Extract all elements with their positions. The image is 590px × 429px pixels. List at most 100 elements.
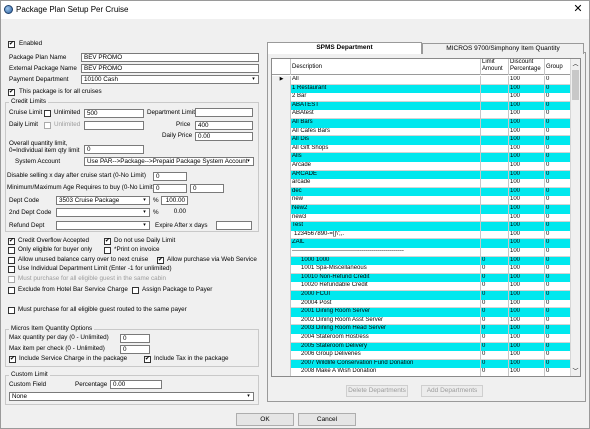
cell-limit-amount[interactable] (480, 162, 508, 171)
table-row[interactable]: arcade 100 0 (272, 179, 572, 188)
table-row[interactable]: dec 100 0 (272, 187, 572, 197)
max-item-check-field[interactable]: 0 (120, 345, 150, 354)
cell-group[interactable]: 0 (544, 153, 572, 162)
table-row[interactable]: 1001 Spa-Miscellaneous 0 100 0 (272, 265, 572, 274)
row-selector[interactable] (272, 222, 290, 231)
cell-description[interactable]: new3 (290, 213, 480, 223)
cell-description[interactable]: ABATEST (290, 101, 480, 111)
table-row[interactable]: 2002 Dining Room Asst Server 0 100 0 (272, 316, 572, 326)
cell-description[interactable]: 1 Restaurant (290, 84, 480, 94)
cell-description[interactable]: 2008 Make A Wish Donation (290, 368, 480, 376)
individual-dept-checkbox[interactable] (8, 266, 15, 273)
cell-discount-percentage[interactable]: 100 (508, 110, 544, 119)
overall-qty-field[interactable]: 0 (84, 145, 144, 154)
cell-limit-amount[interactable] (480, 222, 508, 231)
include-tax-checkbox[interactable]: ✔ (144, 356, 151, 363)
price-field[interactable]: 400 (195, 121, 253, 130)
row-selector[interactable] (272, 127, 290, 137)
row-selector[interactable] (272, 273, 290, 283)
add-departments-button[interactable]: Add Departments (421, 385, 483, 397)
table-row[interactable]: 2006 Group Deliveries 0 100 0 (272, 351, 572, 360)
cell-limit-amount[interactable] (480, 239, 508, 248)
cell-description[interactable]: 10020 Refundable Credit (290, 282, 480, 291)
header-discount-percentage[interactable]: Discount Percentage (508, 59, 544, 75)
cell-limit-amount[interactable]: 0 (480, 325, 508, 334)
cell-description[interactable]: 2006 Group Deliveries (290, 351, 480, 360)
cell-description[interactable]: 2002 Dining Room Asst Server (290, 316, 480, 326)
cell-discount-percentage[interactable]: 100 (508, 342, 544, 352)
row-selector[interactable] (272, 351, 290, 360)
cell-discount-percentage[interactable]: 100 (508, 334, 544, 343)
cell-group[interactable]: 0 (544, 84, 572, 94)
cell-limit-amount[interactable]: 0 (480, 351, 508, 360)
cell-limit-amount[interactable] (480, 187, 508, 197)
cell-group[interactable]: 0 (544, 316, 572, 326)
cell-group[interactable]: 0 (544, 265, 572, 274)
cell-description[interactable]: 2004 Stateroom Host/ess (290, 334, 480, 343)
credit-overflow-checkbox[interactable]: ✔ (8, 238, 15, 245)
cell-discount-percentage[interactable]: 100 (508, 196, 544, 205)
cell-group[interactable]: 0 (544, 119, 572, 128)
table-row[interactable]: All Bars 100 0 (272, 119, 572, 128)
daily-unlimited-checkbox[interactable] (44, 122, 51, 129)
cruise-unlimited-checkbox[interactable] (44, 110, 51, 117)
cell-group[interactable]: 0 (544, 76, 572, 85)
cell-discount-percentage[interactable]: 100 (508, 187, 544, 197)
cell-limit-amount[interactable]: 0 (480, 291, 508, 300)
table-row[interactable]: ABAtest 100 0 (272, 110, 572, 119)
cell-limit-amount[interactable] (480, 170, 508, 180)
cell-discount-percentage[interactable]: 100 (508, 119, 544, 128)
row-selector[interactable] (272, 334, 290, 343)
cell-group[interactable]: 0 (544, 205, 572, 214)
cell-description[interactable]: ZAlL (290, 239, 480, 248)
row-selector[interactable] (272, 299, 290, 309)
cell-description[interactable]: `1234567890-=[]\';,. (290, 230, 480, 240)
system-account-select[interactable]: Use PAR-->Package-->Prepaid Package Syst… (84, 157, 254, 166)
cell-group[interactable]: 0 (544, 222, 572, 231)
cell-discount-percentage[interactable]: 100 (508, 153, 544, 162)
cell-group[interactable]: 0 (544, 342, 572, 352)
table-row[interactable]: 20004 Post 0 100 0 (272, 299, 572, 309)
cell-description[interactable]: 20004 Post (290, 299, 480, 309)
cell-description[interactable]: Test (290, 222, 480, 231)
cell-limit-amount[interactable]: 0 (480, 282, 508, 291)
table-row[interactable]: 2008 Make A Wish Donation 0 100 0 (272, 368, 572, 376)
cell-discount-percentage[interactable]: 100 (508, 93, 544, 102)
custom-field-select[interactable]: None ▾ (9, 392, 254, 401)
cell-description[interactable]: 2 Bar (290, 93, 480, 102)
cell-group[interactable]: 0 (544, 144, 572, 154)
cell-limit-amount[interactable]: 0 (480, 359, 508, 369)
table-row[interactable]: 2003 Dining Room Head Server 0 100 0 (272, 325, 572, 334)
cell-limit-amount[interactable] (480, 213, 508, 223)
table-row[interactable]: `1234567890-=[]\';,. 100 0 (272, 230, 572, 240)
cell-description[interactable]: ARCADE (290, 170, 480, 180)
cell-group[interactable]: 0 (544, 273, 572, 283)
table-row[interactable]: New2 100 0 (272, 205, 572, 214)
cell-group[interactable]: 0 (544, 170, 572, 180)
cell-description[interactable]: 1001 Spa-Miscellaneous (290, 265, 480, 274)
cell-group[interactable]: 0 (544, 162, 572, 171)
table-row[interactable]: Arcade 100 0 (272, 162, 572, 171)
min-age-field[interactable]: 0 (153, 184, 187, 193)
cell-group[interactable]: 0 (544, 110, 572, 119)
cell-group[interactable]: 0 (544, 291, 572, 300)
cell-group[interactable]: 0 (544, 101, 572, 111)
dept-code-percent-field[interactable]: 100.00 (161, 196, 188, 205)
print-on-invoice-checkbox[interactable] (104, 247, 111, 254)
cell-group[interactable]: 0 (544, 308, 572, 317)
table-row[interactable]: ZAlL 100 0 (272, 239, 572, 248)
table-row[interactable]: 1 Restaurant 100 0 (272, 84, 572, 94)
cell-description[interactable]: dec (290, 187, 480, 197)
table-row[interactable]: All Gift Shops 100 0 (272, 144, 572, 154)
daily-limit-field[interactable] (84, 121, 144, 130)
cell-discount-percentage[interactable]: 100 (508, 144, 544, 154)
cell-discount-percentage[interactable]: 100 (508, 308, 544, 317)
row-selector[interactable] (272, 359, 290, 369)
cell-limit-amount[interactable] (480, 153, 508, 162)
table-row[interactable]: ARCADE 100 0 (272, 170, 572, 180)
allow-web-checkbox[interactable]: ✔ (157, 257, 164, 264)
cell-discount-percentage[interactable]: 100 (508, 299, 544, 309)
ok-button[interactable]: OK (236, 413, 294, 426)
cell-group[interactable]: 0 (544, 230, 572, 240)
cell-discount-percentage[interactable]: 100 (508, 282, 544, 291)
